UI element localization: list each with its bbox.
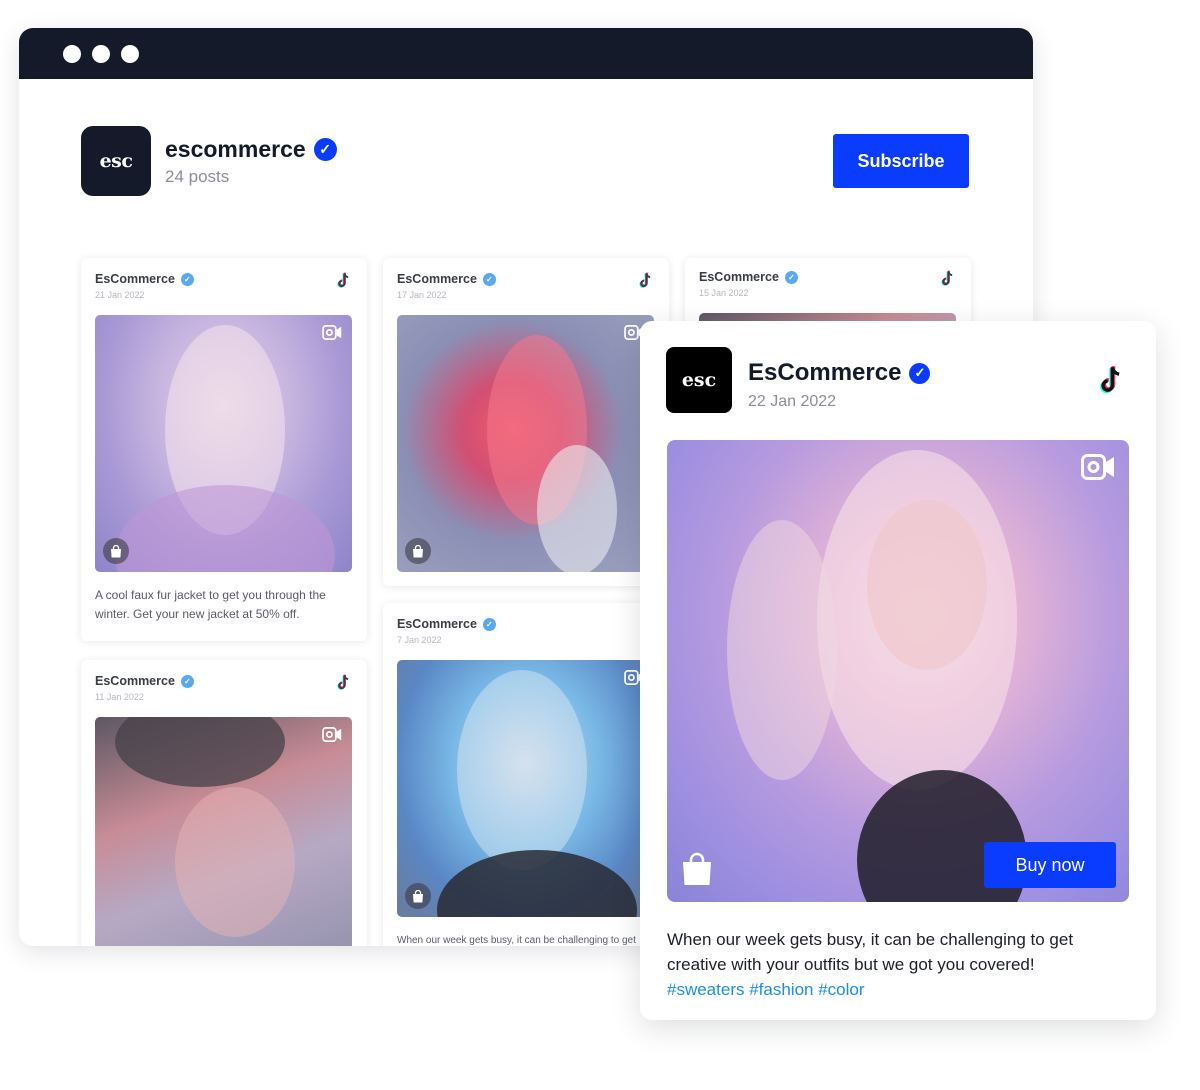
card-date: 11 Jan 2022	[95, 692, 144, 702]
browser-titlebar	[19, 28, 1033, 79]
card-caption: When our week gets busy, it can be chall…	[397, 935, 636, 946]
feed-card[interactable]: EsCommerce ✓ 21 Jan 2022 A cool faux fur…	[81, 258, 367, 641]
verified-checkmark-icon: ✓	[482, 272, 496, 286]
post-logo: esc	[666, 347, 732, 413]
tiktok-icon	[639, 272, 651, 288]
post-caption: When our week gets busy, it can be chall…	[667, 927, 1107, 1002]
profile-header: esc escommerce ✓ 24 posts	[81, 126, 337, 196]
shop-badge[interactable]	[103, 538, 129, 564]
shop-badge[interactable]	[405, 538, 431, 564]
card-author: EsCommerce	[699, 270, 779, 284]
post-photo[interactable]	[397, 660, 654, 917]
card-date: 21 Jan 2022	[95, 290, 145, 300]
feed-card[interactable]: EsCommerce ✓ 7 Jan 2022 When our week ge…	[383, 603, 669, 946]
verified-checkmark-icon: ✓	[909, 362, 931, 384]
verified-checkmark-icon: ✓	[482, 617, 496, 631]
verified-checkmark-icon: ✓	[180, 272, 194, 286]
tiktok-icon[interactable]	[1096, 365, 1124, 397]
window-dot[interactable]	[121, 44, 139, 63]
shopping-bag-icon	[413, 544, 423, 557]
card-author: EsCommerce	[397, 272, 477, 286]
profile-name: escommerce	[165, 135, 306, 162]
feed-card[interactable]: EsCommerce ✓ 17 Jan 2022	[383, 258, 669, 586]
post-date: 22 Jan 2022	[748, 393, 837, 410]
post-author: EsCommerce	[748, 359, 902, 386]
shopping-bag-icon[interactable]	[681, 852, 713, 886]
camera-icon	[1081, 454, 1114, 480]
card-date: 15 Jan 2022	[699, 288, 749, 298]
feed-card[interactable]: EsCommerce ✓ 11 Jan 2022	[81, 660, 367, 946]
card-date: 17 Jan 2022	[397, 290, 447, 300]
shopping-bag-icon	[111, 544, 121, 557]
camera-icon	[322, 727, 342, 742]
verified-checkmark-icon: ✓	[784, 270, 798, 284]
tiktok-icon	[941, 270, 953, 286]
card-date: 7 Jan 2022	[397, 635, 442, 645]
window-dot[interactable]	[92, 44, 110, 63]
post-photo[interactable]	[397, 315, 654, 572]
post-photo[interactable]	[95, 315, 352, 572]
card-caption: A cool faux fur jacket to get you throug…	[95, 588, 326, 621]
post-hashtags[interactable]: #sweaters #fashion #color	[667, 977, 1107, 1002]
expanded-post: esc EsCommerce ✓ 22 Jan 2022 Buy now Whe…	[640, 321, 1156, 1020]
shop-badge[interactable]	[405, 883, 431, 909]
posts-count: 24 posts	[165, 166, 230, 186]
tiktok-icon	[337, 272, 349, 288]
verified-checkmark-icon: ✓	[313, 137, 337, 161]
profile-logo: esc	[81, 126, 151, 196]
post-photo[interactable]	[95, 717, 352, 946]
card-author: EsCommerce	[397, 617, 477, 631]
buy-now-button[interactable]: Buy now	[984, 842, 1116, 888]
camera-icon	[322, 325, 342, 340]
card-author: EsCommerce	[95, 272, 175, 286]
window-dot[interactable]	[63, 44, 81, 63]
subscribe-button[interactable]: Subscribe	[833, 134, 969, 188]
card-author: EsCommerce	[95, 674, 175, 688]
verified-checkmark-icon: ✓	[180, 674, 194, 688]
shopping-bag-icon	[413, 889, 423, 902]
tiktok-icon	[337, 674, 349, 690]
post-photo[interactable]: Buy now	[667, 440, 1129, 902]
